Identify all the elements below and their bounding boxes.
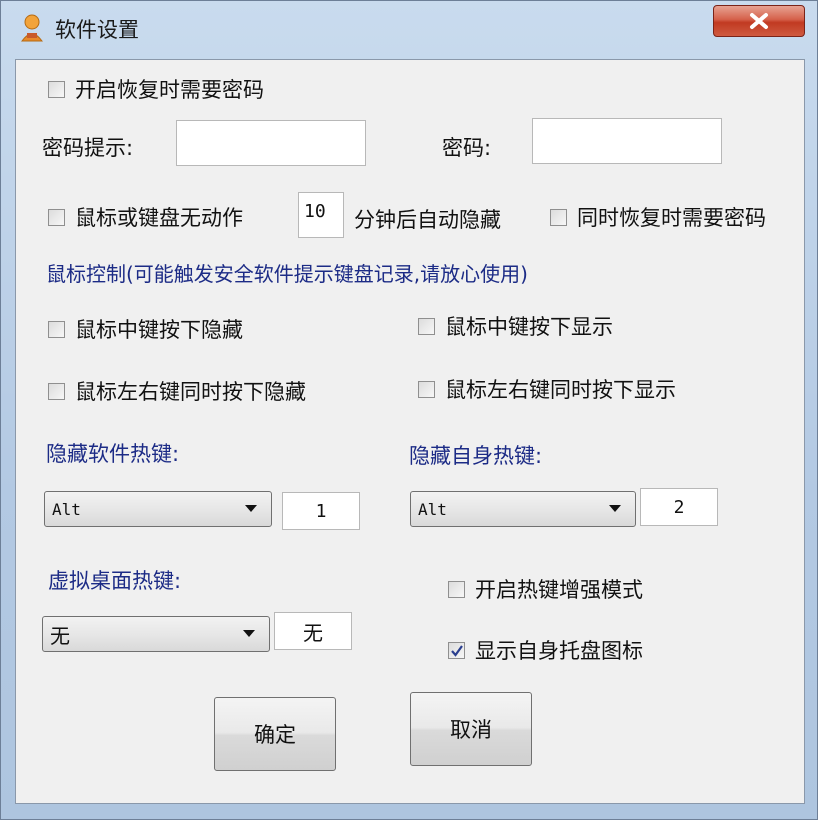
- hide-self-key-input[interactable]: 2: [640, 488, 718, 526]
- idle-hide-label: 鼠标或键盘无动作: [75, 206, 243, 230]
- require-password-restore-checkbox[interactable]: [48, 80, 65, 98]
- hotkey-enhanced-mode-option[interactable]: 开启热键增强模式: [448, 575, 643, 603]
- hide-software-key-input[interactable]: 1: [282, 492, 360, 530]
- also-require-password-checkbox[interactable]: [550, 208, 567, 226]
- show-tray-icon-label: 显示自身托盘图标: [475, 639, 643, 663]
- chevron-down-icon: [609, 505, 621, 512]
- hotkey-enhanced-mode-checkbox[interactable]: [448, 580, 465, 598]
- require-password-restore-label: 开启恢复时需要密码: [75, 78, 264, 102]
- password-label: 密码:: [442, 136, 492, 160]
- middle-click-show-checkbox[interactable]: [418, 317, 435, 335]
- title-bar[interactable]: 软件设置: [1, 1, 817, 53]
- virtual-desktop-modifier-select[interactable]: 无: [42, 616, 270, 652]
- hide-self-hotkey-label: 隐藏自身热键:: [409, 444, 543, 468]
- middle-click-hide-checkbox[interactable]: [48, 320, 65, 338]
- also-require-password-option[interactable]: 同时恢复时需要密码: [550, 203, 766, 231]
- idle-hide-checkbox[interactable]: [48, 208, 65, 226]
- show-tray-icon-option[interactable]: 显示自身托盘图标: [448, 636, 643, 664]
- checkmark-icon: [451, 644, 463, 657]
- hide-software-modifier-select[interactable]: Alt: [44, 491, 272, 527]
- lr-click-show-checkbox[interactable]: [418, 380, 435, 398]
- hide-software-hotkey-label: 隐藏软件热键:: [46, 442, 180, 466]
- mouse-control-heading: 鼠标控制(可能触发安全软件提示键盘记录,请放心使用): [46, 262, 528, 286]
- settings-panel: 开启恢复时需要密码 密码提示: 密码: 鼠标或键盘无动作 10 分钟后自动隐藏 …: [15, 59, 805, 804]
- also-require-password-label: 同时恢复时需要密码: [577, 206, 766, 230]
- settings-window: 软件设置 开启恢复时需要密码 密码提示: 密码: 鼠标或键盘无动作 10 分钟后…: [0, 0, 818, 820]
- virtual-desktop-hotkey-label: 虚拟桌面热键:: [48, 569, 182, 593]
- password-hint-input[interactable]: [176, 120, 366, 166]
- hide-self-modifier-select[interactable]: Alt: [410, 491, 636, 527]
- ok-button[interactable]: 确定: [214, 697, 336, 771]
- lr-click-hide-option[interactable]: 鼠标左右键同时按下隐藏: [48, 377, 306, 405]
- hotkey-enhanced-mode-label: 开启热键增强模式: [475, 578, 643, 602]
- middle-click-hide-label: 鼠标中键按下隐藏: [75, 318, 243, 342]
- password-hint-label: 密码提示:: [42, 136, 134, 160]
- lr-click-hide-checkbox[interactable]: [48, 382, 65, 400]
- chevron-down-icon: [243, 630, 255, 637]
- close-icon: [750, 13, 768, 29]
- idle-minutes-input[interactable]: 10: [298, 192, 344, 238]
- chevron-down-icon: [245, 505, 257, 512]
- hide-software-modifier-value: Alt: [52, 499, 81, 519]
- password-input[interactable]: [532, 118, 722, 164]
- middle-click-show-option[interactable]: 鼠标中键按下显示: [418, 312, 613, 340]
- lr-click-hide-label: 鼠标左右键同时按下隐藏: [75, 380, 306, 404]
- virtual-desktop-key-input[interactable]: 无: [274, 612, 352, 650]
- lr-click-show-label: 鼠标左右键同时按下显示: [445, 378, 676, 402]
- app-logo-icon: [21, 14, 43, 42]
- idle-hide-option[interactable]: 鼠标或键盘无动作: [48, 203, 243, 231]
- middle-click-show-label: 鼠标中键按下显示: [445, 315, 613, 339]
- virtual-desktop-modifier-value: 无: [50, 623, 70, 648]
- show-tray-icon-checkbox[interactable]: [448, 641, 465, 659]
- middle-click-hide-option[interactable]: 鼠标中键按下隐藏: [48, 315, 243, 343]
- require-password-restore-option[interactable]: 开启恢复时需要密码: [48, 75, 264, 103]
- close-button[interactable]: [713, 5, 805, 37]
- window-title: 软件设置: [55, 18, 139, 42]
- hide-self-modifier-value: Alt: [418, 499, 447, 519]
- lr-click-show-option[interactable]: 鼠标左右键同时按下显示: [418, 375, 676, 403]
- cancel-button[interactable]: 取消: [410, 692, 532, 766]
- idle-minutes-suffix: 分钟后自动隐藏: [354, 208, 501, 232]
